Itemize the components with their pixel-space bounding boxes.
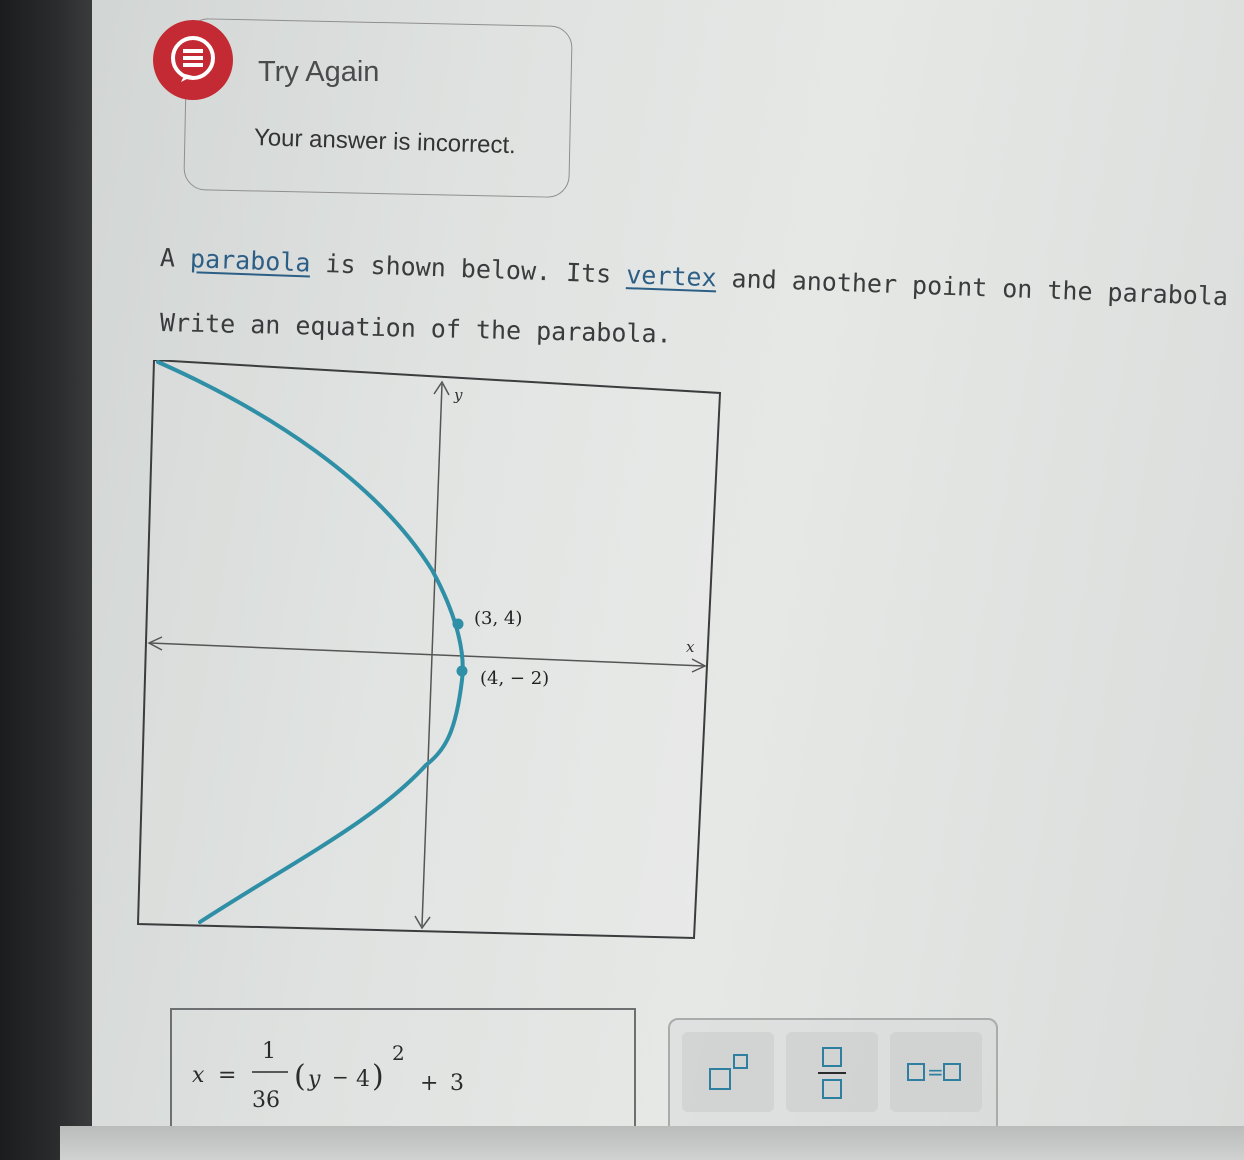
point-b-marker [456,665,468,677]
feedback-title: Try Again [258,56,380,88]
question-text-suffix: and another point on the parabola are la… [731,263,1244,318]
parabola-graph: y x (3, 4) (4, − 2) [136,358,726,942]
question-text-prefix: A [159,243,191,274]
question-text-line1: A parabola is shown below. Its vertex an… [159,243,1244,318]
answer-y: y [307,1067,321,1092]
graph-frame [136,358,722,940]
fraction-key[interactable] [786,1032,878,1112]
vertex-link[interactable]: vertex [626,260,717,292]
answer-denominator: 36 [252,1088,280,1113]
answer-equals: = [218,1063,236,1088]
point-a-label: (3, 4) [474,608,522,629]
answer-input[interactable]: x = 1 36 ( y − 4 ) 2 + 3 [170,1008,636,1142]
superscript-key[interactable] [682,1032,774,1112]
x-axis-label: x [686,638,695,656]
question-text-mid: is shown below. Its [309,248,627,290]
feedback-banner [183,17,573,199]
answer-three: 3 [450,1071,464,1096]
answer-paren-close: ) [372,1059,384,1094]
y-axis-label: y [453,386,463,404]
answer-exponent: 2 [392,1041,405,1065]
answer-lhs: x [192,1063,205,1088]
speech-bubble-icon [153,20,233,100]
point-b-label: (4, − 2) [480,668,549,689]
answer-paren-open: ( [294,1059,306,1094]
equals-glyph: = [927,1060,944,1084]
answer-minus: − [332,1065,349,1089]
equals-key[interactable]: = [890,1032,982,1112]
point-a-marker [452,618,464,630]
answer-numerator: 1 [262,1039,276,1064]
screen-bottom-edge [60,1126,1244,1160]
question-text-line2: Write an equation of the parabola. [159,308,672,349]
parabola-link[interactable]: parabola [190,244,311,277]
answer-plus: + [420,1071,438,1096]
answer-four: 4 [356,1067,370,1092]
screen-bezel [0,0,92,1160]
